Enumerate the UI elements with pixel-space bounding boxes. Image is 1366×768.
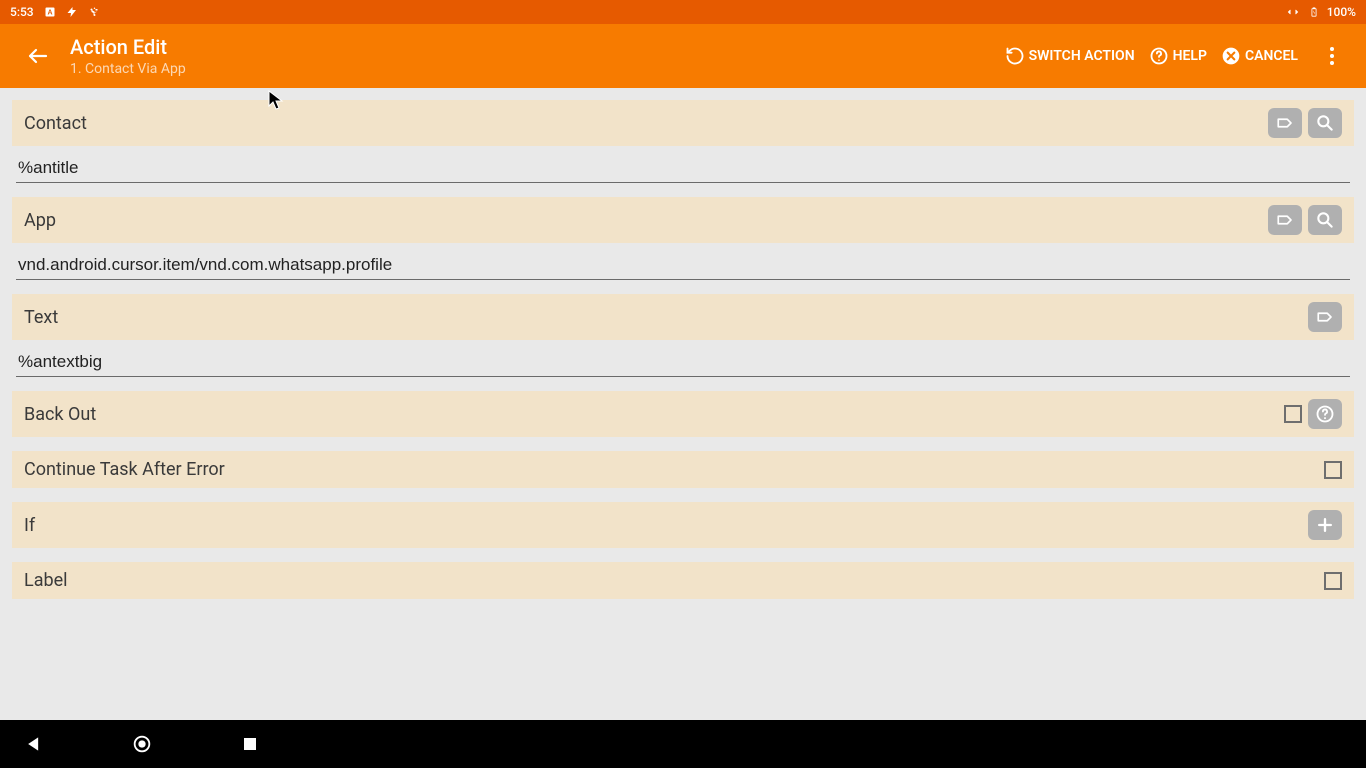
if-section-header: If [12, 502, 1354, 548]
back-button[interactable] [14, 32, 62, 80]
backout-label: Back Out [24, 404, 96, 425]
switch-action-label: SWITCH ACTION [1029, 48, 1135, 64]
continue-label: Continue Task After Error [24, 459, 225, 480]
app-input[interactable] [16, 249, 1350, 280]
backout-section-header: Back Out [12, 391, 1354, 437]
nav-home-button[interactable] [128, 730, 156, 758]
status-clock: 5:53 [10, 5, 34, 19]
nav-back-button[interactable] [20, 730, 48, 758]
app-section-header: App [12, 197, 1354, 243]
battery-percent: 100% [1327, 5, 1356, 19]
switch-action-button[interactable]: SWITCH ACTION [1005, 46, 1135, 66]
rotate-status-icon [1285, 6, 1301, 18]
cancel-label: CANCEL [1245, 48, 1298, 64]
app-label: App [24, 210, 56, 231]
usb-status-icon [88, 5, 100, 19]
help-label: HELP [1173, 48, 1207, 64]
continue-section-header: Continue Task After Error [12, 451, 1354, 488]
text-tag-button[interactable] [1308, 302, 1342, 332]
text-input[interactable] [16, 346, 1350, 377]
if-add-button[interactable] [1308, 510, 1342, 540]
overflow-menu-button[interactable] [1316, 40, 1348, 72]
content-scroll[interactable]: Contact App Text Back Out [0, 88, 1366, 720]
keyboard-status-icon: A [44, 6, 56, 18]
app-search-button[interactable] [1308, 205, 1342, 235]
nav-recent-button[interactable] [236, 730, 264, 758]
backout-help-button[interactable] [1308, 399, 1342, 429]
app-tag-button[interactable] [1268, 205, 1302, 235]
app-bar: Action Edit 1. Contact Via App SWITCH AC… [0, 24, 1366, 88]
labelrow-label: Label [24, 570, 68, 591]
android-status-bar: 5:53 A 100% [0, 0, 1366, 24]
battery-status-icon [1309, 5, 1319, 19]
continue-checkbox[interactable] [1324, 461, 1342, 479]
contact-section-header: Contact [12, 100, 1354, 146]
if-label: If [24, 515, 35, 536]
contact-tag-button[interactable] [1268, 108, 1302, 138]
contact-input[interactable] [16, 152, 1350, 183]
backout-checkbox[interactable] [1284, 405, 1302, 423]
label-section-header: Label [12, 562, 1354, 599]
label-checkbox[interactable] [1324, 572, 1342, 590]
android-nav-bar [0, 720, 1366, 768]
contact-search-button[interactable] [1308, 108, 1342, 138]
svg-text:A: A [47, 10, 52, 17]
page-subtitle: 1. Contact Via App [70, 61, 186, 77]
contact-label: Contact [24, 113, 87, 134]
text-label: Text [24, 307, 58, 328]
title-block: Action Edit 1. Contact Via App [70, 35, 186, 77]
text-section-header: Text [12, 294, 1354, 340]
cancel-button[interactable]: CANCEL [1221, 46, 1298, 66]
charging-status-icon [66, 6, 78, 18]
help-button[interactable]: HELP [1149, 46, 1207, 66]
page-title: Action Edit [70, 35, 186, 59]
